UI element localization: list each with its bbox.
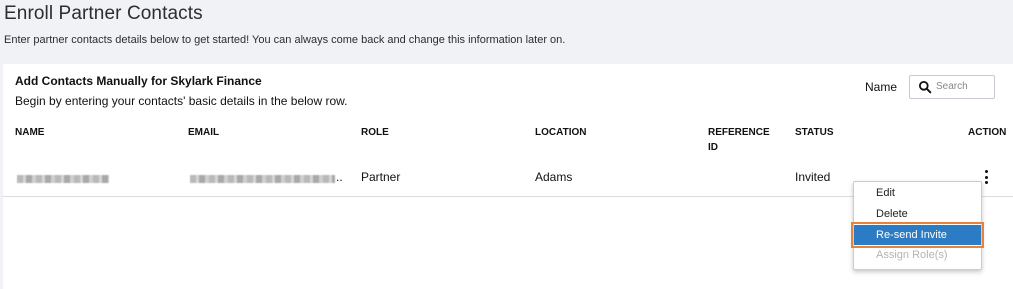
menu-item-assign-roles: Assign Role(s) [876,249,948,261]
email-ellipsis: .. [336,170,343,184]
menu-item-resend-invite[interactable]: Re-send Invite [851,222,984,248]
redacted-email [190,175,335,183]
status-cell: Invited [795,170,831,184]
contacts-card: Add Contacts Manually for Skylark Financ… [3,64,1013,289]
card-title: Add Contacts Manually for Skylark Financ… [15,74,262,88]
redacted-name [17,175,109,183]
search-input[interactable] [936,79,990,94]
column-header-email[interactable]: EMAIL [188,125,219,140]
column-header-role[interactable]: ROLE [361,125,389,140]
role-cell: Partner [361,170,401,184]
column-header-action: ACTION [968,127,1007,138]
menu-item-delete[interactable]: Delete [854,204,981,224]
page-title: Enroll Partner Contacts [4,3,203,24]
search-icon [919,81,932,94]
column-header-name[interactable]: NAME [15,125,44,140]
column-header-status[interactable]: STATUS [795,125,834,140]
search-box[interactable] [909,75,995,99]
card-description: Begin by entering your contacts' basic d… [15,94,348,108]
action-menu: Edit Delete Re-send Invite Assign Role(s… [851,181,984,270]
filter-label: Name [865,80,898,94]
location-cell: Adams [535,170,573,184]
menu-item-edit[interactable]: Edit [854,183,981,203]
page-subtitle: Enter partner contacts details below to … [4,34,566,46]
column-header-reference-id[interactable]: REFERENCE ID [708,125,778,155]
kebab-menu-icon[interactable] [982,170,990,184]
column-header-location[interactable]: LOCATION [535,125,586,140]
